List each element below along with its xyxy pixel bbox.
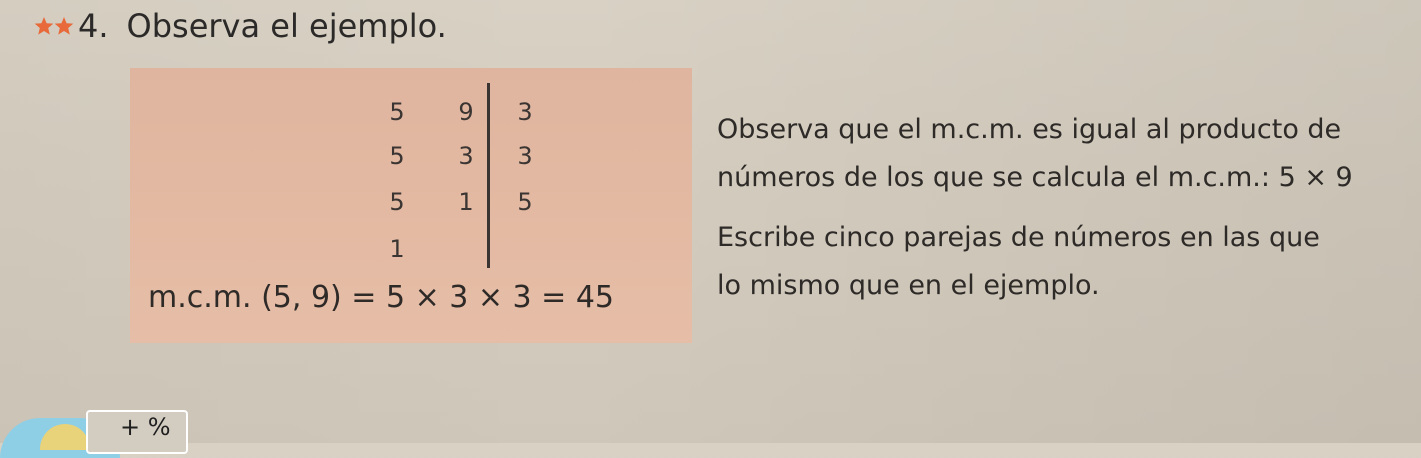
- division-line: [487, 83, 490, 268]
- task-line-2: lo mismo que en el ejemplo.: [717, 270, 1100, 301]
- exercise-number: 4.: [78, 7, 109, 45]
- example-box: 5 9 3 5 3 3 5 1 5 1 m.c.m. (5, 9) = 5 × …: [130, 68, 692, 343]
- factor-row-2-b: 3: [458, 142, 474, 170]
- factor-row-2-a: 5: [389, 142, 405, 170]
- star-icon: [34, 17, 54, 35]
- factor-row-1-b: 9: [458, 98, 474, 126]
- exercise-instruction: Observa el ejemplo.: [126, 7, 447, 45]
- factor-row-3-a: 5: [389, 188, 405, 216]
- difficulty-stars: [34, 16, 74, 36]
- task-line-1: Escribe cinco parejas de números en las …: [717, 222, 1320, 253]
- lcm-result: m.c.m. (5, 9) = 5 × 3 × 3 = 45: [148, 280, 615, 315]
- factor-row-1-a: 5: [389, 98, 405, 126]
- factor-row-1-divisor: 3: [517, 98, 533, 126]
- explanation-line-2: números de los que se calcula el m.c.m.:…: [717, 162, 1353, 193]
- factor-row-3-divisor: 5: [517, 188, 533, 216]
- explanation-line-1: Observa que el m.c.m. es igual al produc…: [717, 114, 1342, 145]
- factor-row-3-b: 1: [458, 188, 474, 216]
- exercise-header: 4. Observa el ejemplo.: [34, 6, 447, 46]
- factor-row-2-divisor: 3: [517, 142, 533, 170]
- star-icon: [54, 17, 74, 35]
- calculator-symbols: + %: [120, 413, 171, 441]
- calculator-badge: + %: [0, 404, 190, 458]
- factor-row-4-a: 1: [389, 235, 405, 263]
